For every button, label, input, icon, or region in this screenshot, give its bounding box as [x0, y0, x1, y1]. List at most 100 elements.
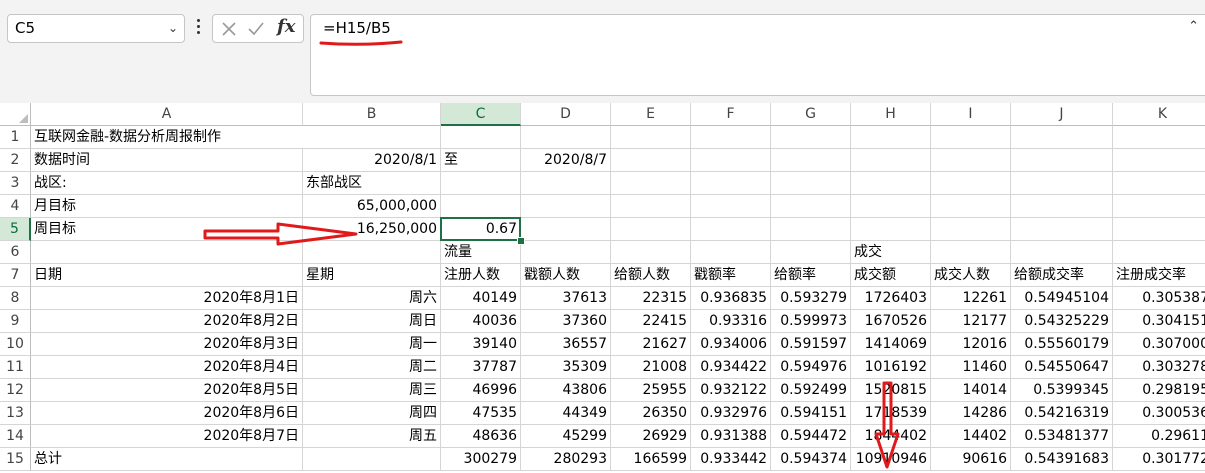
cell-b3[interactable]: 东部战区	[303, 172, 441, 195]
cell-g12[interactable]: 0.592499	[771, 379, 851, 402]
cell-d7[interactable]: 戳额人数	[521, 264, 611, 287]
collapse-icon[interactable]: ⌃	[1188, 19, 1199, 34]
cell-h11[interactable]: 1016192	[851, 356, 931, 379]
cell-a4[interactable]: 月目标	[31, 195, 303, 218]
cell-h5[interactable]	[851, 218, 931, 241]
cell-b11[interactable]: 周二	[303, 356, 441, 379]
cell-i9[interactable]: 12177	[931, 310, 1011, 333]
cell-k3[interactable]	[1113, 172, 1205, 195]
cell-c3[interactable]	[441, 172, 521, 195]
cell-f2[interactable]	[691, 149, 771, 172]
cell-b1[interactable]	[303, 126, 441, 149]
cell-j5[interactable]	[1011, 218, 1113, 241]
cell-i1[interactable]	[931, 126, 1011, 149]
cell-a14[interactable]: 2020年8月7日	[31, 425, 303, 448]
chevron-down-icon[interactable]: ⌄	[168, 15, 178, 42]
column-header-h[interactable]: H	[851, 103, 931, 126]
column-header-j[interactable]: J	[1011, 103, 1113, 126]
cell-g11[interactable]: 0.594976	[771, 356, 851, 379]
cell-h9[interactable]: 1670526	[851, 310, 931, 333]
cell-c6[interactable]: 流量	[441, 241, 521, 264]
cell-f11[interactable]: 0.934422	[691, 356, 771, 379]
cell-c1[interactable]	[441, 126, 521, 149]
cell-j4[interactable]	[1011, 195, 1113, 218]
cell-d5[interactable]	[521, 218, 611, 241]
cell-j1[interactable]	[1011, 126, 1113, 149]
cell-d13[interactable]: 44349	[521, 402, 611, 425]
cancel-icon[interactable]	[219, 19, 239, 39]
column-header-i[interactable]: I	[931, 103, 1011, 126]
cell-a12[interactable]: 2020年8月5日	[31, 379, 303, 402]
cell-d3[interactable]	[521, 172, 611, 195]
row-header-3[interactable]: 3	[0, 172, 31, 195]
cell-b8[interactable]: 周六	[303, 287, 441, 310]
row-header-10[interactable]: 10	[0, 333, 31, 356]
cell-d8[interactable]: 37613	[521, 287, 611, 310]
cell-k10[interactable]: 0.307000	[1113, 333, 1205, 356]
cell-e9[interactable]: 22415	[611, 310, 691, 333]
cell-b2[interactable]: 2020/8/1	[303, 149, 441, 172]
cell-k13[interactable]: 0.300536	[1113, 402, 1205, 425]
cell-c10[interactable]: 39140	[441, 333, 521, 356]
cell-a5[interactable]: 周目标	[31, 218, 303, 241]
enter-icon[interactable]	[246, 19, 266, 39]
cell-c5[interactable]: 0.67	[441, 218, 521, 241]
cell-i3[interactable]	[931, 172, 1011, 195]
row-header-1[interactable]: 1	[0, 126, 31, 149]
fill-handle[interactable]	[517, 237, 525, 245]
cell-b7[interactable]: 星期	[303, 264, 441, 287]
cell-c8[interactable]: 40149	[441, 287, 521, 310]
cell-h3[interactable]	[851, 172, 931, 195]
cell-j3[interactable]	[1011, 172, 1113, 195]
cell-f5[interactable]	[691, 218, 771, 241]
row-header-4[interactable]: 4	[0, 195, 31, 218]
cell-c12[interactable]: 46996	[441, 379, 521, 402]
cell-e4[interactable]	[611, 195, 691, 218]
cell-i10[interactable]: 12016	[931, 333, 1011, 356]
cell-f7[interactable]: 戳额率	[691, 264, 771, 287]
cell-i15[interactable]: 90616	[931, 448, 1011, 471]
cell-j7[interactable]: 给额成交率	[1011, 264, 1113, 287]
cell-a7[interactable]: 日期	[31, 264, 303, 287]
column-header-g[interactable]: G	[771, 103, 851, 126]
cell-e6[interactable]	[611, 241, 691, 264]
cell-e13[interactable]: 26350	[611, 402, 691, 425]
cell-d2[interactable]: 2020/8/7	[521, 149, 611, 172]
row-header-2[interactable]: 2	[0, 149, 31, 172]
cell-k7[interactable]: 注册成交率	[1113, 264, 1205, 287]
cell-j13[interactable]: 0.54216319	[1011, 402, 1113, 425]
cell-i6[interactable]	[931, 241, 1011, 264]
cell-j10[interactable]: 0.55560179	[1011, 333, 1113, 356]
cell-j2[interactable]	[1011, 149, 1113, 172]
cell-k6[interactable]	[1113, 241, 1205, 264]
cell-g3[interactable]	[771, 172, 851, 195]
formula-input[interactable]: =H15/B5 ⌃	[310, 14, 1205, 96]
cell-c2[interactable]: 至	[441, 149, 521, 172]
cell-k4[interactable]	[1113, 195, 1205, 218]
cell-g15[interactable]: 0.594374	[771, 448, 851, 471]
cell-g6[interactable]	[771, 241, 851, 264]
cell-e8[interactable]: 22315	[611, 287, 691, 310]
cell-f4[interactable]	[691, 195, 771, 218]
cell-h2[interactable]	[851, 149, 931, 172]
row-header-5[interactable]: 5	[0, 218, 31, 241]
cell-a15[interactable]: 总计	[31, 448, 303, 471]
cell-h8[interactable]: 1726403	[851, 287, 931, 310]
cell-g10[interactable]: 0.591597	[771, 333, 851, 356]
cell-f9[interactable]: 0.93316	[691, 310, 771, 333]
column-header-b[interactable]: B	[303, 103, 441, 126]
cell-k14[interactable]: 0.29611	[1113, 425, 1205, 448]
column-header-e[interactable]: E	[611, 103, 691, 126]
cell-a13[interactable]: 2020年8月6日	[31, 402, 303, 425]
cell-d1[interactable]	[521, 126, 611, 149]
cell-b15[interactable]	[303, 448, 441, 471]
cell-h13[interactable]: 1718539	[851, 402, 931, 425]
name-box[interactable]: C5 ⌄	[7, 14, 185, 43]
cell-a1[interactable]: 互联网金融-数据分析周报制作	[31, 126, 303, 149]
cell-h14[interactable]: 1844402	[851, 425, 931, 448]
cell-k15[interactable]: 0.301772	[1113, 448, 1205, 471]
cell-f13[interactable]: 0.932976	[691, 402, 771, 425]
row-header-6[interactable]: 6	[0, 241, 31, 264]
cell-g1[interactable]	[771, 126, 851, 149]
more-options-icon[interactable]	[193, 16, 203, 40]
